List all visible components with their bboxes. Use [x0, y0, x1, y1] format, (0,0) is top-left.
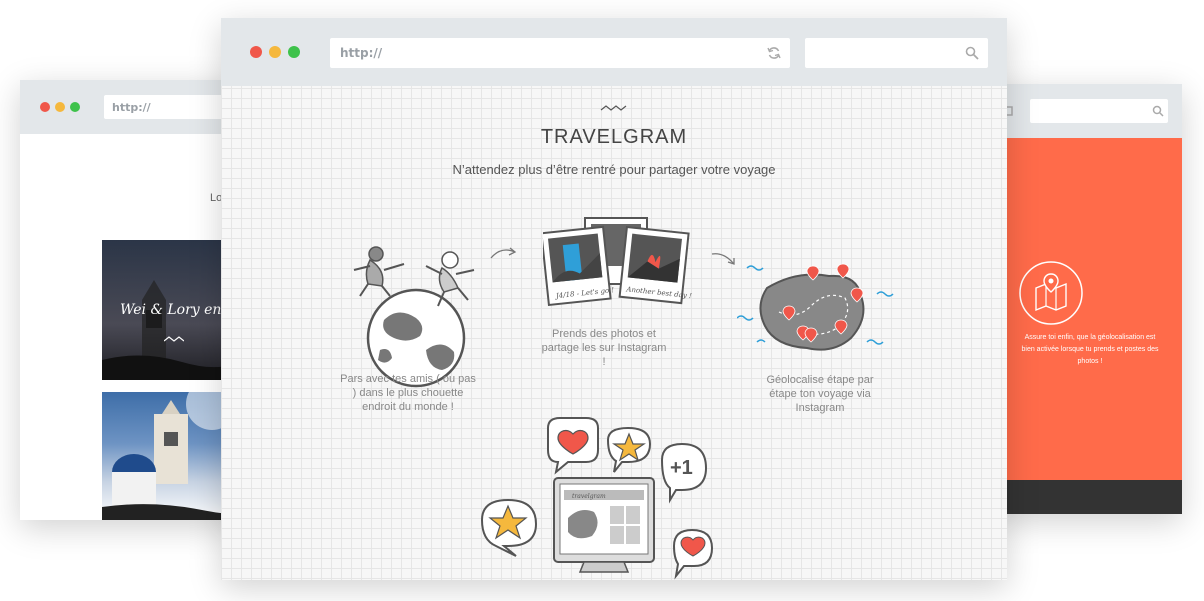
- step3-caption: Géolocalise étape par étape ton voyage v…: [766, 374, 874, 414]
- page-title: TRAVELGRAM: [540, 126, 688, 148]
- right-search-bar[interactable]: [1030, 99, 1168, 123]
- main-browser-window: http:// TRAVELGRAM N’attendez plus d’êtr…: [221, 18, 1007, 580]
- search-icon[interactable]: [965, 46, 979, 60]
- minimize-dot[interactable]: [269, 46, 281, 58]
- main-url-text: http://: [340, 46, 383, 60]
- social-sharing-illustration: +1 travelgram: [480, 417, 714, 580]
- refresh-icon[interactable]: [767, 46, 781, 60]
- island-map-illustration: [737, 263, 894, 351]
- step2-caption: Prends des photos et partage les sur Ins…: [541, 328, 667, 368]
- arrow-icon: [490, 247, 517, 259]
- polaroid-photos-illustration: J4/18 - Let's go ! Another best day !: [543, 217, 692, 306]
- right-browser-window: Assure toi enfin, que la géolocalisation…: [990, 84, 1182, 514]
- geolocation-caption: Assure toi enfin, que la géolocalisation…: [1021, 334, 1159, 365]
- step1-caption: Pars avec tes amis ( ou pas ) dans le pl…: [340, 373, 476, 413]
- search-icon[interactable]: [1152, 105, 1164, 117]
- main-url-bar[interactable]: http://: [330, 38, 790, 68]
- left-url-text: http://: [112, 101, 151, 114]
- main-search-bar[interactable]: [805, 38, 988, 68]
- minimize-dot[interactable]: [55, 102, 65, 112]
- map-pin-icon: [1019, 261, 1083, 325]
- friends-globe-illustration: [353, 246, 475, 388]
- left-window-chrome: http://: [20, 80, 250, 134]
- close-dot[interactable]: [40, 102, 50, 112]
- right-window-chrome: [990, 84, 1182, 138]
- plus-one-badge: +1: [670, 457, 693, 479]
- footer-bar: [990, 480, 1182, 514]
- page-subtitle: N’attendez plus d’être rentré pour parta…: [452, 162, 776, 177]
- maximize-dot[interactable]: [70, 102, 80, 112]
- left-browser-window: http:// Lo Wei & Lory en Grèce: [20, 80, 250, 520]
- arrow-icon: [711, 253, 735, 265]
- main-window-chrome: http://: [221, 18, 1007, 86]
- close-dot[interactable]: [250, 46, 262, 58]
- maximize-dot[interactable]: [288, 46, 300, 58]
- app-label: travelgram: [572, 493, 606, 500]
- wave-ornament-icon: [600, 105, 627, 111]
- geolocation-panel: Assure toi enfin, que la géolocalisation…: [990, 138, 1182, 480]
